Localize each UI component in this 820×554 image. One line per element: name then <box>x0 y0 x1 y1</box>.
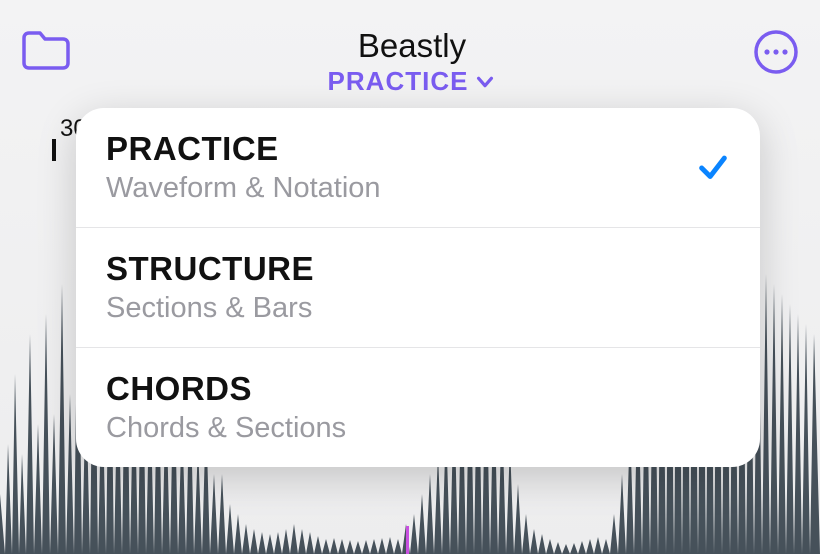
menu-item-title: STRUCTURE <box>106 250 314 288</box>
menu-item-structure[interactable]: STRUCTURE Sections & Bars <box>76 228 760 348</box>
check-icon <box>696 151 730 185</box>
menu-item-title: CHORDS <box>106 370 346 408</box>
mode-dropdown-menu: PRACTICE Waveform & Notation STRUCTURE S… <box>76 108 760 467</box>
more-icon <box>752 28 800 76</box>
menu-item-text: STRUCTURE Sections & Bars <box>106 250 314 325</box>
song-title: Beastly <box>72 28 752 64</box>
menu-item-chords[interactable]: CHORDS Chords & Sections <box>76 348 760 467</box>
menu-item-title: PRACTICE <box>106 130 381 168</box>
mode-dropdown-trigger[interactable]: PRACTICE <box>328 66 497 97</box>
menu-item-subtitle: Sections & Bars <box>106 292 314 325</box>
mode-label: PRACTICE <box>328 66 469 97</box>
folder-icon <box>20 28 72 72</box>
playhead[interactable] <box>406 526 409 554</box>
folder-button[interactable] <box>20 28 72 77</box>
menu-item-text: CHORDS Chords & Sections <box>106 370 346 445</box>
chevron-down-icon <box>474 71 496 93</box>
menu-item-text: PRACTICE Waveform & Notation <box>106 130 381 205</box>
menu-item-subtitle: Waveform & Notation <box>106 172 381 205</box>
title-block: Beastly PRACTICE <box>72 28 752 97</box>
more-button[interactable] <box>752 28 800 81</box>
menu-item-practice[interactable]: PRACTICE Waveform & Notation <box>76 108 760 228</box>
timeline-tick <box>52 139 56 161</box>
menu-item-subtitle: Chords & Sections <box>106 412 346 445</box>
menu-arrow-icon <box>402 108 430 111</box>
header-bar: Beastly PRACTICE <box>0 0 820 100</box>
